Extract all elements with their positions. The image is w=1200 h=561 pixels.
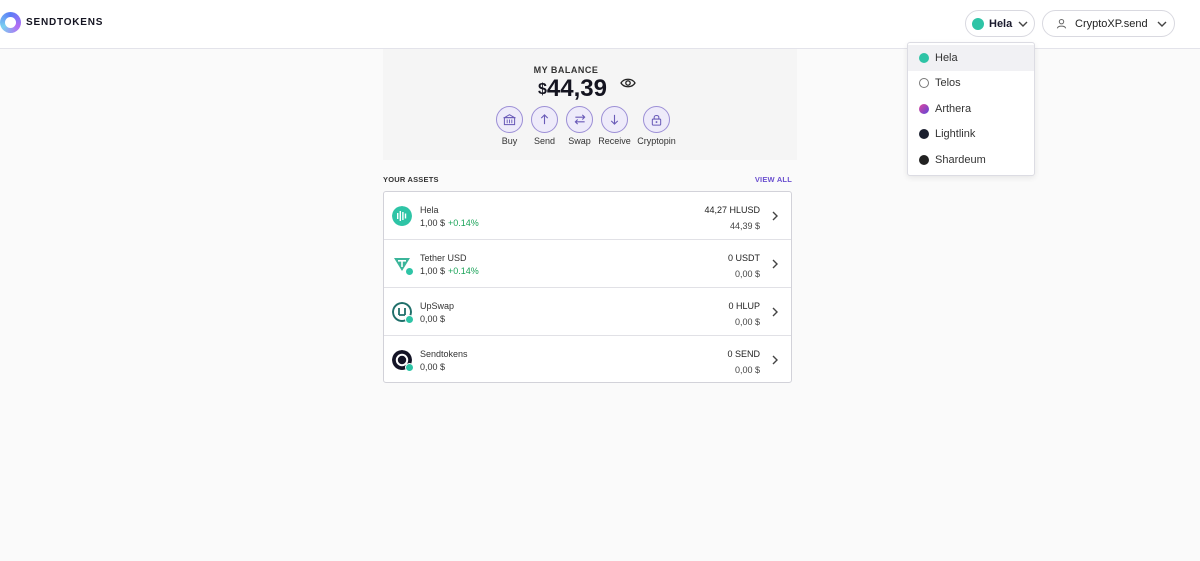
lock-pin-icon	[651, 114, 662, 126]
telos-chain-icon	[919, 78, 929, 89]
send-label: Send	[533, 136, 556, 146]
swap-icon	[574, 114, 585, 125]
app-logo[interactable]: SENDTOKENS	[0, 12, 103, 33]
asset-name: Hela	[420, 205, 439, 215]
asset-amount: 44,27 HLUSD	[704, 205, 760, 215]
shardeum-chain-icon	[919, 154, 929, 165]
network-option-shardeum[interactable]: Shardeum	[908, 147, 1034, 173]
balance-panel: MY BALANCE $ 44,39 Buy Send Swap Receive…	[383, 49, 797, 160]
hela-token-icon	[392, 206, 412, 226]
asset-name: UpSwap	[420, 301, 455, 311]
assets-title: YOUR ASSETS	[383, 175, 439, 184]
asset-row-hela[interactable]: Hela 1,00 $ +0.14% 44,27 HLUSD 44,39 $	[384, 192, 791, 240]
asset-change: +0.14%	[448, 218, 479, 228]
hela-network-badge	[405, 363, 414, 372]
swap-action[interactable]: Swap	[566, 106, 593, 146]
view-all-link[interactable]: VIEW ALL	[755, 175, 792, 184]
chevron-right-icon	[772, 307, 778, 317]
asset-price-value: 1,00 $	[420, 266, 446, 276]
asset-row-tether[interactable]: Tether USD 1,00 $ +0.14% 0 USDT 0,00 $	[384, 240, 791, 288]
asset-price: 0,00 $	[420, 314, 445, 324]
network-option-label: Shardeum	[935, 153, 986, 166]
sendtokens-logo-icon	[0, 12, 21, 33]
balance-value: 44,39	[546, 75, 607, 102]
network-option-label: Hela	[935, 51, 958, 64]
account-selector[interactable]: CryptoXP.send	[1042, 10, 1175, 37]
swap-button[interactable]	[566, 106, 593, 133]
buy-action[interactable]: Buy	[496, 106, 523, 146]
asset-price: 0,00 $	[420, 362, 445, 372]
chevron-down-icon	[1157, 21, 1167, 27]
asset-row-upswap[interactable]: UpSwap 0,00 $ 0 HLUP 0,00 $	[384, 288, 791, 336]
asset-name: Sendtokens	[420, 349, 468, 359]
assets-list: Hela 1,00 $ +0.14% 44,27 HLUSD 44,39 $ Te…	[383, 191, 792, 383]
chevron-right-icon	[772, 211, 778, 221]
network-option-lightlink[interactable]: Lightlink	[908, 122, 1034, 148]
network-option-label: Arthera	[935, 102, 972, 115]
network-option-telos[interactable]: Telos	[908, 71, 1034, 97]
swap-label: Swap	[568, 136, 591, 146]
asset-price-value: 0,00 $	[420, 314, 446, 324]
receive-action[interactable]: Receive	[598, 106, 631, 146]
receive-label: Receive	[598, 136, 631, 146]
balance-currency: $	[538, 81, 547, 98]
network-option-hela[interactable]: Hela	[908, 45, 1034, 71]
asset-value: 0,00 $	[734, 317, 760, 327]
asset-price-value: 0,00 $	[420, 362, 446, 372]
buy-label: Buy	[501, 136, 518, 146]
balance-amount: $ 44,39	[538, 75, 607, 103]
asset-amount: 0 SEND	[727, 349, 760, 359]
network-option-label: Telos	[935, 77, 961, 90]
asset-amount: 0 USDT	[727, 253, 760, 263]
asset-price: 1,00 $ +0.14%	[420, 218, 479, 228]
asset-change: +0.14%	[448, 266, 479, 276]
arrow-down-icon	[610, 114, 619, 125]
chevron-right-icon	[772, 355, 778, 365]
chevron-right-icon	[772, 259, 778, 269]
network-dropdown-menu: Hela Telos Arthera Lightlink Shardeum	[907, 42, 1035, 176]
send-action[interactable]: Send	[531, 106, 558, 146]
send-button[interactable]	[531, 106, 558, 133]
bank-icon	[503, 114, 516, 126]
network-option-arthera[interactable]: Arthera	[908, 96, 1034, 122]
buy-button[interactable]	[496, 106, 523, 133]
hela-network-badge	[405, 267, 414, 276]
balance-label: MY BALANCE	[533, 65, 599, 75]
action-bar: Buy Send Swap Receive Cryptopin	[496, 106, 677, 146]
lightlink-chain-icon	[919, 129, 929, 140]
hela-chain-icon	[919, 52, 929, 63]
cryptopin-action[interactable]: Cryptopin	[636, 106, 677, 146]
cryptopin-label: Cryptopin	[637, 136, 676, 146]
assets-header: YOUR ASSETS VIEW ALL	[383, 175, 792, 184]
hela-network-badge	[405, 315, 414, 324]
account-name: CryptoXP.send	[1075, 17, 1148, 30]
eye-icon[interactable]	[620, 76, 636, 90]
asset-row-sendtokens[interactable]: Sendtokens 0,00 $ 0 SEND 0,00 $	[384, 336, 791, 384]
hela-chain-icon	[972, 17, 984, 30]
asset-price-value: 1,00 $	[420, 218, 446, 228]
network-option-label: Lightlink	[935, 128, 976, 141]
asset-amount: 0 HLUP	[728, 301, 760, 311]
asset-value: 0,00 $	[734, 365, 760, 375]
app-name: SENDTOKENS	[26, 17, 104, 28]
network-selector[interactable]: Hela	[965, 10, 1035, 37]
network-selector-label: Hela	[989, 17, 1013, 30]
chevron-down-icon	[1018, 21, 1028, 27]
arrow-up-icon	[540, 114, 549, 125]
user-icon	[1056, 18, 1067, 29]
asset-name: Tether USD	[420, 253, 467, 263]
arthera-chain-icon	[919, 103, 929, 114]
cryptopin-button[interactable]	[643, 106, 670, 133]
asset-value: 0,00 $	[734, 269, 760, 279]
receive-button[interactable]	[601, 106, 628, 133]
asset-price: 1,00 $ +0.14%	[420, 266, 479, 276]
asset-value: 44,39 $	[729, 221, 760, 231]
